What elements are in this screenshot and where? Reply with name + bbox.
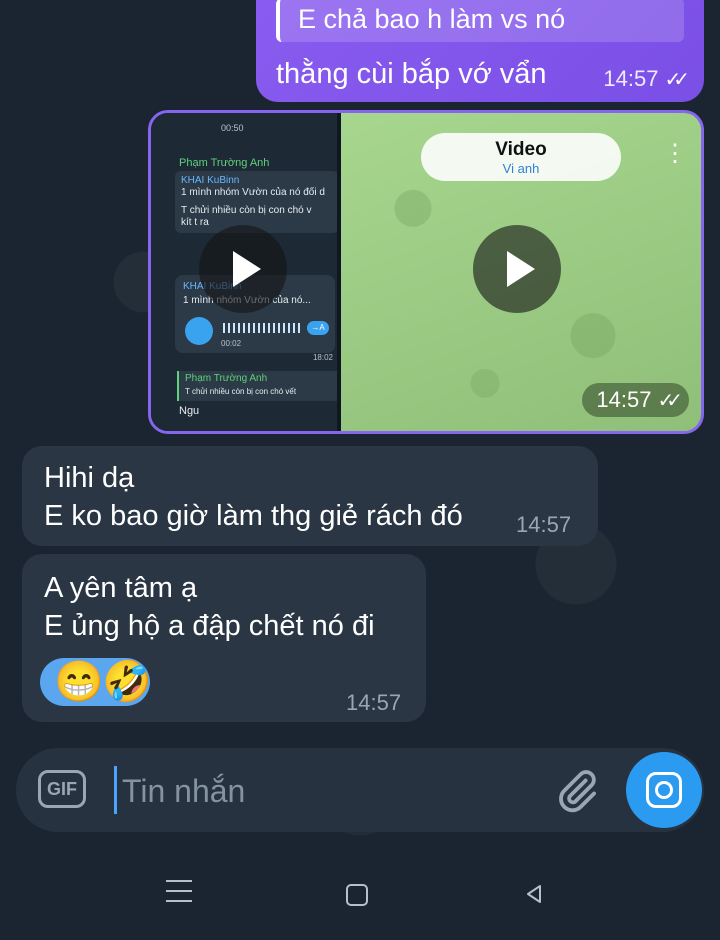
incoming-message-bubble[interactable]: Hihi dạ E ko bao giờ làm thg giẻ rách đó…: [22, 446, 598, 546]
paperclip-icon[interactable]: [554, 768, 600, 814]
text-caret: [114, 766, 117, 814]
outgoing-message-bubble[interactable]: E chả bao h làm vs nó thằng cùi bắp vớ v…: [256, 0, 704, 102]
quoted-message-text: E chả bao h làm vs nó: [298, 4, 566, 34]
video-thumbnail-left[interactable]: 00:50 Phạm Trường Anh KHAI KuBinn 1 mình…: [151, 113, 337, 431]
gif-button[interactable]: GIF: [38, 770, 86, 808]
back-icon[interactable]: [522, 882, 546, 906]
waveform: [223, 323, 301, 333]
thumb-sender-name: Phạm Trường Anh: [179, 157, 270, 169]
message-timestamp: 14:57: [346, 690, 402, 715]
camera-button[interactable]: [626, 752, 702, 828]
play-icon[interactable]: [199, 225, 287, 313]
media-album[interactable]: 00:50 Phạm Trường Anh KHAI KuBinn 1 mình…: [148, 110, 704, 434]
home-icon[interactable]: [346, 884, 368, 906]
double-check-icon: ✓✓: [664, 69, 689, 91]
quoted-message[interactable]: E chả bao h làm vs nó: [276, 0, 684, 42]
video-thumbnail-right[interactable]: Video Vi anh ⋮ 14:57 ✓✓: [341, 113, 701, 431]
pause-icon: [185, 317, 213, 345]
play-icon[interactable]: [473, 225, 561, 313]
thumb-reply-card: Phạm Trường Anh T chửi nhiều còn bị con …: [177, 371, 337, 401]
incoming-message-bubble[interactable]: A yên tâm ạ E ủng hộ a đập chết nó đi 😁 …: [22, 554, 426, 722]
incoming-message-line: A yên tâm ạ: [44, 572, 198, 604]
message-timestamp: 14:57: [516, 512, 572, 537]
message-input[interactable]: [120, 766, 524, 816]
thumb-quote-card: KHAI KuBinn 1 mình nhóm Vườn của nó đối …: [175, 171, 337, 233]
rolling-laughing-emoji: 🤣: [102, 660, 152, 704]
video-title: Video: [495, 139, 547, 160]
message-composer: GIF: [16, 748, 704, 832]
emoji-reaction-pill[interactable]: 😁 🤣: [40, 658, 152, 706]
more-vertical-icon: ⋮: [663, 140, 687, 167]
incoming-message-line: E ko bao giờ làm thg giẻ rách đó: [44, 500, 463, 532]
outgoing-message-text: thằng cùi bắp vớ vẩn: [276, 58, 547, 90]
menu-icon[interactable]: [166, 880, 192, 904]
incoming-message-line: E ủng hộ a đập chết nó đi: [44, 610, 375, 642]
video-header: Video Vi anh: [421, 133, 621, 181]
system-nav-bar: [0, 852, 720, 940]
double-check-icon: ✓✓: [657, 390, 682, 412]
incoming-message-line: Hihi dạ: [44, 462, 135, 494]
album-timestamp: 14:57 ✓✓: [582, 383, 689, 417]
grinning-face-emoji: 😁: [54, 660, 104, 704]
message-timestamp: 14:57 ✓✓: [603, 66, 689, 91]
video-subtitle: Vi anh: [502, 161, 540, 176]
